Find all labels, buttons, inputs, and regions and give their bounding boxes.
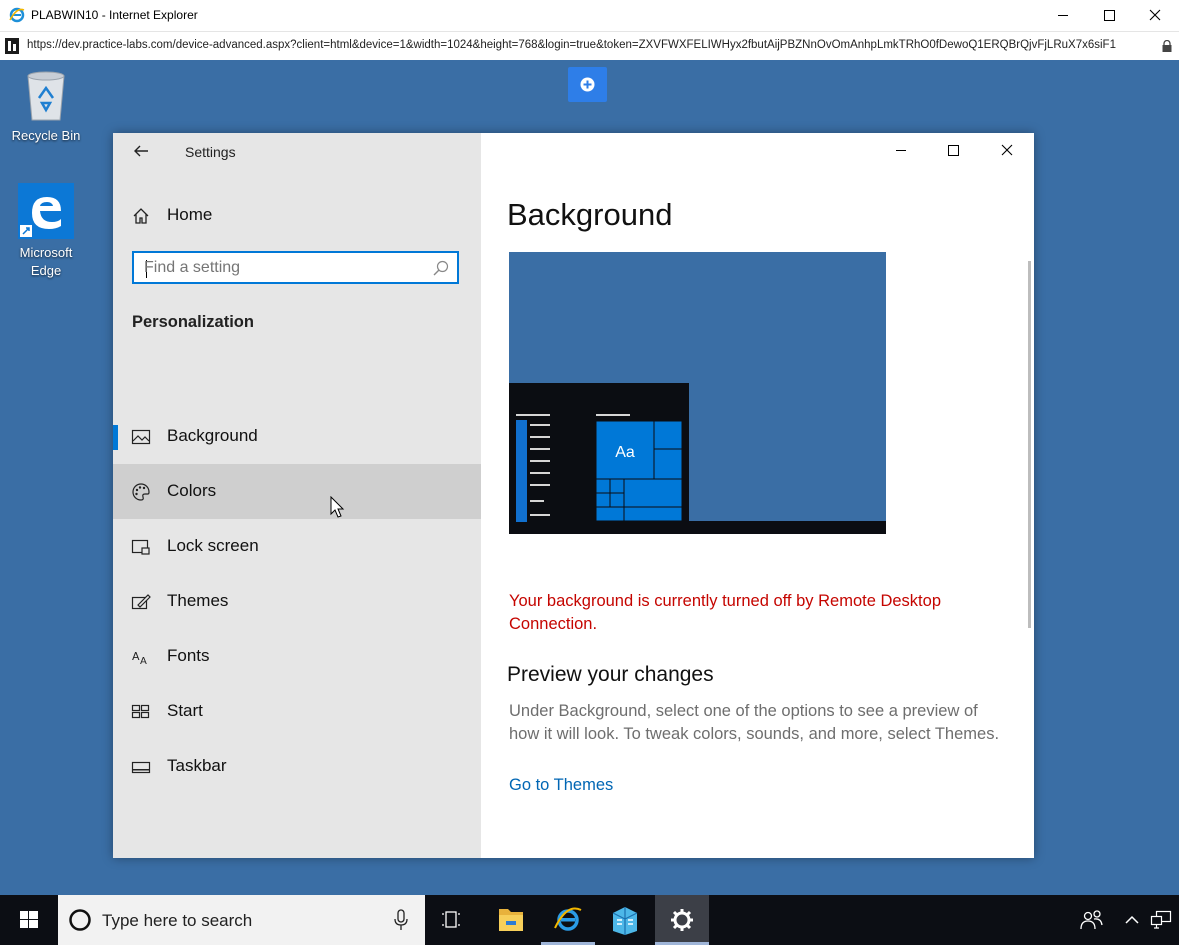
settings-content: Background Aa Your background is current… xyxy=(481,133,1034,858)
desktop-icon-edge[interactable]: Microsoft Edge xyxy=(6,183,86,280)
nav-home-label: Home xyxy=(167,205,213,224)
internet-explorer-icon xyxy=(554,907,582,931)
taskbar: Type here to search xyxy=(0,895,1179,945)
preview-heading: Preview your changes xyxy=(507,663,714,686)
nav-background[interactable]: Background xyxy=(113,409,481,464)
picture-icon xyxy=(131,429,151,445)
windows-logo-icon xyxy=(20,911,38,928)
nav-background-label: Background xyxy=(167,426,258,445)
lock-icon[interactable] xyxy=(1162,40,1172,52)
taskbar-search-placeholder: Type here to search xyxy=(102,911,253,930)
nav-fonts[interactable]: A A Fonts xyxy=(113,629,481,684)
settings-window: Settings Home Personalization xyxy=(113,133,1034,858)
settings-taskbar-button[interactable] xyxy=(655,895,709,945)
active-indicator xyxy=(113,425,118,450)
settings-close-button[interactable] xyxy=(981,133,1033,169)
nav-start[interactable]: Start xyxy=(113,684,481,739)
themes-icon xyxy=(131,594,151,610)
settings-gear-icon xyxy=(671,909,693,931)
taskbar-search-box[interactable]: Type here to search xyxy=(58,895,425,945)
plus-icon xyxy=(580,77,595,92)
remote-desktop: Recycle Bin Microsoft Edge Settings Home… xyxy=(0,60,1179,895)
mouse-cursor-icon xyxy=(330,496,345,518)
internet-explorer-icon xyxy=(9,7,25,23)
home-icon xyxy=(133,208,149,224)
microphone-icon[interactable] xyxy=(394,909,408,931)
search-input[interactable] xyxy=(144,258,424,278)
nav-taskbar[interactable]: Taskbar xyxy=(113,739,481,794)
browser-title: PLABWIN10 - Internet Explorer xyxy=(31,8,198,22)
desktop-icon-recycle-bin[interactable]: Recycle Bin xyxy=(6,70,86,145)
minimize-button[interactable] xyxy=(1040,0,1086,31)
nav-fonts-label: Fonts xyxy=(167,646,210,665)
taskbar-icon xyxy=(131,761,151,774)
fonts-icon: A A xyxy=(132,650,147,667)
task-view-icon xyxy=(442,911,460,928)
nav-lock-screen[interactable]: Lock screen xyxy=(113,519,481,574)
network-icon[interactable] xyxy=(1150,910,1172,930)
page-title: Background xyxy=(507,197,673,232)
nav-taskbar-label: Taskbar xyxy=(167,756,227,775)
edge-icon xyxy=(18,183,74,239)
desktop-icon-label: Recycle Bin xyxy=(11,128,81,143)
nav-themes-label: Themes xyxy=(167,591,229,610)
preview-tile-text: Aa xyxy=(615,444,635,461)
start-icon xyxy=(131,704,150,719)
nav-colors[interactable]: Colors xyxy=(113,464,481,519)
browser-title-bar: PLABWIN10 - Internet Explorer xyxy=(0,0,1179,31)
go-to-themes-link[interactable]: Go to Themes xyxy=(509,776,613,795)
section-heading: Personalization xyxy=(132,313,254,331)
people-icon[interactable] xyxy=(1080,909,1104,931)
server-manager-button[interactable] xyxy=(598,895,652,945)
nav-colors-label: Colors xyxy=(167,481,217,500)
settings-maximize-button[interactable] xyxy=(928,133,980,169)
palette-icon xyxy=(132,483,150,501)
cortana-icon xyxy=(69,909,91,931)
settings-title: Settings xyxy=(185,144,236,160)
page-icon xyxy=(5,38,19,54)
settings-minimize-button[interactable] xyxy=(875,133,927,169)
nav-home[interactable]: Home xyxy=(113,191,481,241)
background-preview: Aa xyxy=(509,252,886,534)
scrollbar[interactable] xyxy=(1028,261,1031,628)
svg-text:A: A xyxy=(132,650,140,663)
rdp-warning: Your background is currently turned off … xyxy=(509,592,941,633)
preview-description: Under Background, select one of the opti… xyxy=(509,702,1000,743)
maximize-button[interactable] xyxy=(1086,0,1132,31)
desktop-icon-label: Microsoft Edge xyxy=(19,245,73,278)
file-explorer-icon xyxy=(499,909,523,931)
svg-text:A: A xyxy=(140,656,147,667)
chevron-up-icon[interactable] xyxy=(1124,912,1140,928)
back-arrow-icon[interactable] xyxy=(133,143,149,159)
recycle-bin-icon xyxy=(27,71,65,121)
start-button[interactable] xyxy=(0,895,58,945)
nav-start-label: Start xyxy=(167,701,203,720)
close-button[interactable] xyxy=(1132,0,1178,31)
desktop-preview-image: Aa xyxy=(509,383,886,534)
server-manager-icon xyxy=(612,907,638,935)
nav-lock-screen-label: Lock screen xyxy=(167,536,259,555)
internet-explorer-taskbar-button[interactable] xyxy=(541,895,595,945)
remote-toolbar-button[interactable] xyxy=(568,67,607,102)
lock-screen-icon xyxy=(131,539,150,555)
search-icon[interactable] xyxy=(433,260,449,276)
url-text[interactable]: https://dev.practice-labs.com/device-adv… xyxy=(27,39,1159,51)
settings-sidebar: Settings Home Personalization xyxy=(113,133,481,858)
task-view-button[interactable] xyxy=(425,895,479,945)
nav-themes[interactable]: Themes xyxy=(113,574,481,629)
address-bar[interactable]: https://dev.practice-labs.com/device-adv… xyxy=(0,31,1179,60)
find-setting-search[interactable] xyxy=(132,251,459,284)
file-explorer-button[interactable] xyxy=(484,895,538,945)
